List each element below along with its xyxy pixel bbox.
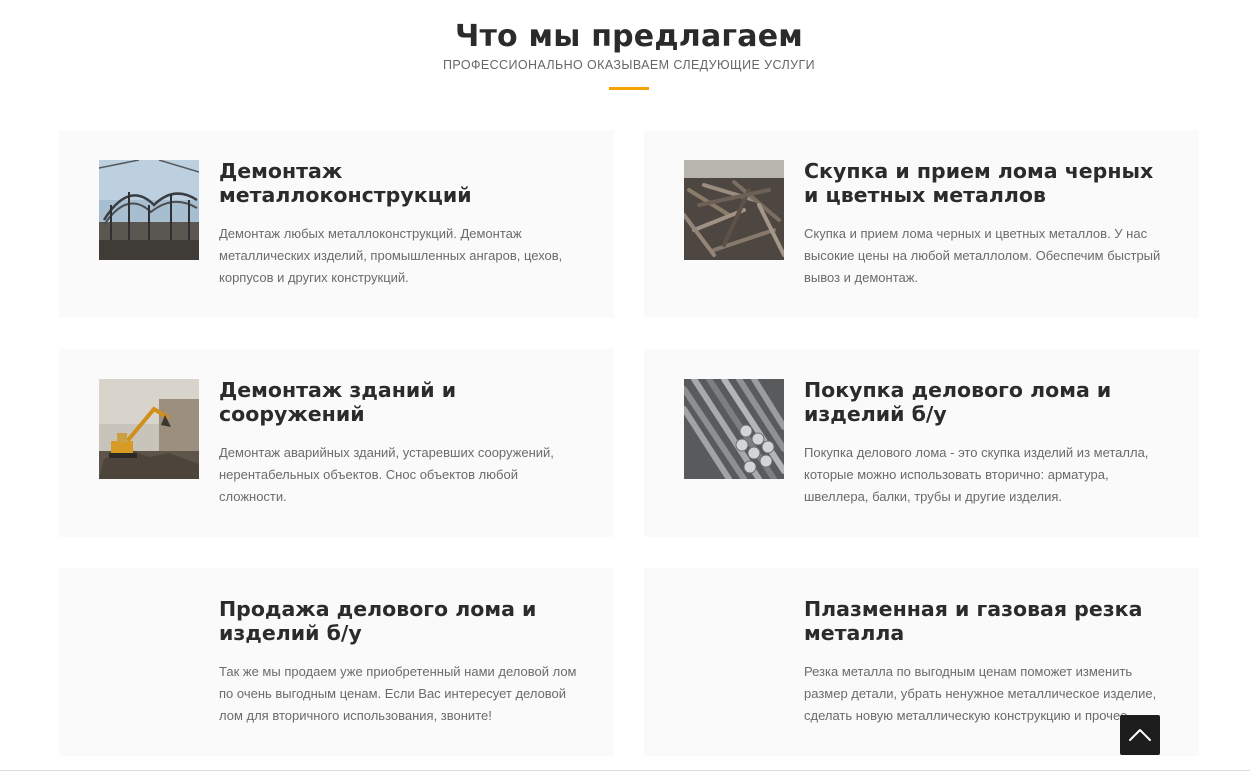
service-card-used-scrap-purchase: Покупка делового лома и изделий б/у Поку… — [644, 349, 1199, 537]
service-title: Покупка делового лома и изделий б/у — [804, 378, 1112, 426]
section-header: Что мы предлагаем ПРОФЕССИОНАЛЬНО ОКАЗЫВ… — [0, 18, 1250, 90]
service-card-dismantling-metal: Демонтаж металлоконструкций Демонтаж люб… — [59, 130, 614, 318]
steel-frame-dismantling-image — [99, 160, 199, 260]
service-description: Покупка делового лома - это скупка издел… — [804, 445, 1149, 504]
scroll-to-top-button[interactable] — [1120, 715, 1160, 755]
service-description: Демонтаж любых металлоконструкций. Демон… — [219, 226, 563, 285]
service-card-scrap-purchase: Скупка и прием лома черных и цветных мет… — [644, 130, 1199, 318]
service-card-metal-cutting: Плазменная и газовая резка металла Резка… — [644, 568, 1199, 756]
section-subtitle: ПРОФЕССИОНАЛЬНО ОКАЗЫВАЕМ СЛЕДУЮЩИЕ УСЛУ… — [442, 58, 816, 72]
service-title: Продажа делового лома и изделий б/у — [219, 597, 537, 645]
service-card-building-demolition: Демонтаж зданий и сооружений Демонтаж ав… — [59, 349, 614, 537]
chevron-up-icon — [1129, 729, 1151, 741]
service-description: Демонтаж аварийных зданий, устаревших со… — [219, 445, 554, 504]
service-title: Демонтаж металлоконструкций — [219, 159, 472, 207]
bottom-divider — [0, 770, 1250, 771]
service-description: Так же мы продаем уже приобретенный нами… — [219, 664, 577, 723]
excavator-demolition-image — [99, 379, 199, 479]
scrap-metal-pile-image — [684, 160, 784, 260]
service-card-used-scrap-sale: Продажа делового лома и изделий б/у Так … — [59, 568, 614, 756]
service-description: Скупка и прием лома черных и цветных мет… — [804, 226, 1161, 285]
steel-rods-bundle-image — [684, 379, 784, 479]
title-underline — [609, 87, 649, 90]
section-title: Что мы предлагаем — [455, 19, 803, 54]
service-title: Скупка и прием лома черных и цветных мет… — [804, 159, 1154, 207]
service-title: Демонтаж зданий и сооружений — [219, 378, 457, 426]
service-title: Плазменная и газовая резка металла — [804, 597, 1143, 645]
service-description: Резка металла по выгодным ценам поможет … — [804, 664, 1157, 723]
